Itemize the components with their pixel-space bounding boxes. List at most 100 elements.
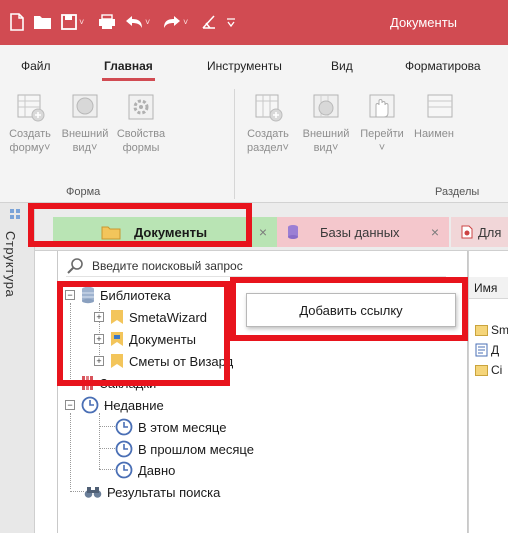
undo-icon[interactable]: ˅ (124, 10, 150, 34)
redo-icon[interactable]: ˅ (162, 10, 188, 34)
clock-icon (115, 461, 133, 479)
appearance-label: Внешний вид˅ (61, 128, 109, 154)
expand-icon[interactable]: + (94, 356, 104, 366)
bookmarks-icon (82, 376, 93, 390)
create-form-button[interactable]: Создать форму˅ (2, 91, 58, 155)
tab-tools[interactable]: Инструменты (207, 59, 282, 73)
appearance-icon (69, 91, 101, 123)
tab-databases-label: Базы данных (320, 224, 400, 240)
appearance-icon (310, 91, 342, 123)
tree-line (70, 413, 71, 489)
customize-icon[interactable] (226, 10, 236, 34)
tree-label-library: Библиотека (100, 287, 171, 303)
document-icon (475, 343, 488, 357)
tree-line (99, 413, 100, 469)
tab-databases[interactable]: Базы данных × (247, 217, 449, 247)
tree-node-documents[interactable]: + Документы (94, 329, 196, 349)
expand-icon[interactable]: + (94, 312, 104, 322)
group-label-form: Форма (66, 186, 101, 198)
pin-icon[interactable] (8, 207, 22, 223)
search-bar[interactable]: Введите поисковый запрос (66, 255, 446, 277)
name-icon (424, 91, 456, 123)
bookmark-folder-icon (111, 310, 123, 324)
properties-icon (125, 91, 157, 123)
tab-view[interactable]: Вид (331, 59, 353, 73)
create-section-button[interactable]: Создать раздел˅ (240, 91, 296, 155)
tree-label-recent: Недавние (104, 397, 164, 413)
tree-label-smety: Сметы от Визард (129, 353, 234, 369)
tree-label-bookmarks: Закладки (100, 375, 157, 391)
folder-icon (475, 364, 488, 376)
create-form-icon (14, 91, 46, 123)
create-form-label: Создать форму˅ (9, 128, 51, 154)
section-appearance-button[interactable]: Внешний вид˅ (298, 91, 354, 155)
tree-node-this-month[interactable]: В этом месяце (115, 417, 226, 437)
tree-node-last-month[interactable]: В прошлом месяце (115, 439, 254, 459)
group-label-sections: Разделы (435, 186, 480, 198)
clear-icon[interactable] (200, 10, 218, 34)
tree-label-long-ago: Давно (138, 462, 176, 478)
save-icon[interactable]: ˅ (60, 10, 84, 34)
tab-home[interactable]: Главная (102, 59, 155, 81)
tree-line (99, 448, 115, 449)
collapse-icon[interactable]: − (65, 290, 75, 300)
list-item[interactable]: Сі (475, 361, 502, 379)
list-item-label: Sm (491, 323, 508, 337)
folder-icon (101, 226, 121, 240)
tab-file[interactable]: Файл (21, 59, 51, 73)
tree-node-smetawizard[interactable]: + SmetaWizard (94, 307, 207, 327)
go-to-button[interactable]: Перейти ˅ (354, 91, 410, 155)
clock-icon (115, 418, 133, 436)
tree-node-recent[interactable]: − Недавние (65, 395, 164, 415)
chevron-down-icon[interactable]: ˅ (79, 17, 84, 27)
document-tab-strip: Для Базы данных × Документы × (35, 203, 508, 251)
tree-node-long-ago[interactable]: Давно (115, 460, 175, 480)
expand-icon[interactable]: + (94, 334, 104, 344)
print-icon[interactable] (98, 10, 116, 34)
structure-label[interactable]: Структура (3, 231, 18, 297)
close-icon[interactable]: × (431, 224, 439, 240)
appearance-button[interactable]: Внешний вид˅ (57, 91, 113, 155)
list-item-label: Сі (491, 363, 503, 377)
search-input[interactable]: Введите поисковый запрос (92, 259, 243, 273)
tab-documents-label: Документы (134, 224, 208, 240)
tree-node-bookmarks[interactable]: Закладки (81, 373, 156, 393)
tree-label-this-month: В этом месяце (138, 419, 227, 435)
chevron-down-icon[interactable]: ˅ (145, 17, 150, 27)
folder-icon (475, 324, 488, 336)
chevron-down-icon[interactable]: ˅ (183, 17, 188, 27)
ribbon: Создать форму˅ Внешний вид˅ Свойства фор… (0, 85, 508, 203)
tab-documents[interactable]: Документы × (53, 217, 277, 247)
go-to-label: Перейти ˅ (360, 128, 404, 154)
search-icon (67, 258, 83, 274)
tree-line (70, 491, 84, 492)
clock-icon (115, 440, 133, 458)
form-properties-button[interactable]: Свойства формы (113, 91, 169, 155)
tree-line (70, 303, 71, 383)
open-folder-icon[interactable] (33, 10, 53, 34)
tab-for[interactable]: Для (451, 217, 508, 247)
add-link-menu-item[interactable]: Добавить ссылку (246, 293, 456, 327)
close-icon[interactable]: × (259, 224, 267, 240)
structure-side-panel[interactable]: Структура (0, 203, 35, 533)
tree-label-documents: Документы (129, 331, 197, 347)
column-header-name[interactable]: Имя (469, 277, 508, 299)
section-appearance-label: Внешний вид˅ (302, 128, 350, 154)
binoculars-icon (84, 487, 102, 498)
window-title: Документы (390, 15, 458, 30)
new-file-icon[interactable] (8, 10, 26, 34)
tree-node-library[interactable]: − Библиотека (65, 285, 171, 305)
collapse-icon[interactable]: − (65, 400, 75, 410)
library-icon (82, 286, 94, 304)
name-button[interactable]: Наимен (414, 91, 474, 141)
tree-line (99, 426, 115, 427)
list-item[interactable]: Sm (475, 321, 508, 339)
title-bar: ˅ ˅ ˅ Документы (0, 0, 508, 45)
tab-format[interactable]: Форматирова (405, 59, 481, 73)
tree-node-search-results[interactable]: Результаты поиска (84, 482, 220, 502)
document-icon (461, 225, 473, 239)
tree-node-smety[interactable]: + Сметы от Визард (94, 351, 233, 371)
go-to-icon (366, 91, 398, 123)
list-item[interactable]: Д (475, 341, 499, 359)
tab-for-label: Для (478, 224, 502, 240)
